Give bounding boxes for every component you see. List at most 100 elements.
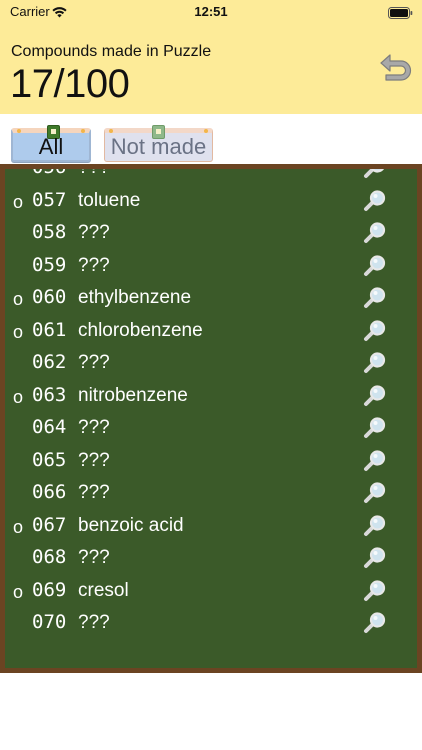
magnifier-button[interactable] — [363, 514, 387, 537]
magnifier-button[interactable] — [363, 169, 387, 179]
magnifier-icon — [364, 384, 386, 406]
made-marker: o — [13, 516, 24, 537]
magnifier-button[interactable] — [363, 417, 387, 439]
compound-name: ??? — [78, 547, 110, 568]
compound-row[interactable]: o 061 chlorobenzene — [5, 315, 417, 348]
compound-count: 17/100 — [10, 62, 130, 106]
magnifier-button[interactable] — [363, 482, 387, 504]
compound-row[interactable]: o 067 benzoic acid — [5, 510, 417, 543]
magnifier-button[interactable] — [363, 547, 387, 569]
compound-number: 058 — [32, 221, 67, 243]
tab-not-made-label: Not made — [110, 134, 207, 159]
tab-dot — [17, 129, 21, 133]
magnifier-button[interactable] — [363, 189, 387, 212]
compound-number: 065 — [32, 448, 67, 471]
magnifier-icon — [364, 449, 386, 471]
compound-number: 060 — [32, 286, 67, 308]
compound-number: 062 — [32, 351, 67, 373]
chalkboard-frame: 056???o057toluene058???059???o060ethylbe… — [0, 164, 422, 673]
compound-row[interactable]: 059??? — [5, 250, 417, 283]
status-bar: Carrier 12:51 — [0, 0, 422, 24]
tab-dot — [204, 129, 208, 133]
tab-all[interactable]: All — [11, 125, 91, 162]
compound-row[interactable]: 066??? — [5, 477, 417, 510]
compound-row[interactable]: o 060 ethylbenzene — [5, 282, 417, 315]
compound-row[interactable]: 064??? — [5, 412, 417, 445]
compound-number: 070 — [32, 611, 67, 633]
magnifier-icon — [364, 612, 386, 633]
magnifier-button[interactable] — [363, 222, 387, 244]
compounds-screen: Carrier 12:51 Compounds made in Puzzle 1… — [0, 0, 422, 750]
compound-number: 063 — [32, 383, 67, 406]
magnifier-icon — [364, 169, 384, 178]
made-marker: o — [13, 191, 24, 212]
compound-row[interactable]: 070??? — [5, 607, 417, 640]
compound-name: ??? — [78, 449, 110, 471]
compound-name: ??? — [78, 482, 110, 503]
compound-list-board[interactable]: 056???o057toluene058???059???o060ethylbe… — [5, 169, 417, 668]
magnifier-icon — [364, 319, 386, 341]
compound-number: 067 — [32, 513, 67, 536]
magnifier-icon — [364, 514, 386, 536]
compound-name: ??? — [78, 612, 110, 633]
compound-name: ??? — [78, 352, 110, 373]
compound-row[interactable]: o 057 toluene — [5, 185, 417, 218]
compound-name: ??? — [78, 169, 110, 179]
magnifier-button[interactable] — [363, 449, 387, 472]
undo-button[interactable] — [376, 46, 416, 86]
compound-row[interactable]: o 069 cresol — [5, 575, 417, 608]
header-caption: Compounds made in Puzzle — [11, 43, 212, 60]
tab-all-label: All — [38, 134, 64, 159]
magnifier-button[interactable] — [363, 287, 387, 309]
magnifier-icon — [364, 482, 386, 503]
magnifier-button[interactable] — [363, 254, 387, 277]
compound-row[interactable]: o 063 nitrobenzene — [5, 380, 417, 413]
compound-row[interactable]: 065??? — [5, 445, 417, 478]
compound-name: ??? — [78, 417, 110, 438]
compound-number: 056 — [32, 169, 66, 178]
magnifier-icon — [364, 579, 386, 601]
compound-name: chlorobenzene — [78, 319, 203, 341]
compound-row[interactable]: 056??? — [5, 169, 417, 185]
tab-dot — [109, 129, 113, 133]
battery-icon — [388, 6, 413, 24]
magnifier-button[interactable] — [363, 319, 387, 342]
status-time: 12:51 — [194, 4, 228, 19]
magnifier-icon — [364, 254, 386, 276]
compound-name: cresol — [78, 579, 129, 601]
compound-name: ethylbenzene — [78, 287, 192, 308]
made-marker: o — [13, 289, 24, 309]
compound-name: ??? — [78, 222, 110, 243]
made-marker: o — [13, 386, 24, 407]
header: Compounds made in Puzzle 17/100 — [0, 24, 422, 114]
magnifier-icon — [364, 352, 386, 373]
compound-number: 068 — [32, 546, 67, 568]
magnifier-icon — [364, 547, 386, 568]
compound-name: toluene — [78, 189, 141, 211]
compound-number: 059 — [32, 253, 67, 276]
magnifier-icon — [364, 189, 386, 211]
magnifier-icon — [364, 222, 386, 243]
magnifier-button[interactable] — [363, 384, 387, 407]
made-marker: o — [13, 581, 24, 602]
magnifier-button[interactable] — [363, 579, 387, 602]
magnifier-button[interactable] — [363, 612, 387, 634]
compound-number: 066 — [32, 481, 67, 503]
compound-number: 064 — [32, 416, 67, 438]
compound-row[interactable]: 062??? — [5, 347, 417, 380]
compound-row[interactable]: 058??? — [5, 217, 417, 250]
undo-arrow-icon — [380, 54, 412, 81]
tab-not-made[interactable]: Not made — [104, 125, 213, 162]
compound-list: 056???o057toluene058???059???o060ethylbe… — [5, 169, 417, 640]
compound-number: 069 — [32, 578, 67, 601]
magnifier-icon — [364, 287, 386, 308]
magnifier-button[interactable] — [363, 352, 387, 374]
compound-number: 057 — [32, 188, 67, 211]
compound-number: 061 — [32, 318, 67, 341]
tab-dot — [81, 129, 85, 133]
made-marker: o — [13, 321, 24, 342]
compound-row[interactable]: 068??? — [5, 542, 417, 575]
compound-name: benzoic acid — [78, 514, 184, 536]
compound-name: ??? — [78, 254, 110, 276]
compound-name: nitrobenzene — [78, 384, 188, 406]
